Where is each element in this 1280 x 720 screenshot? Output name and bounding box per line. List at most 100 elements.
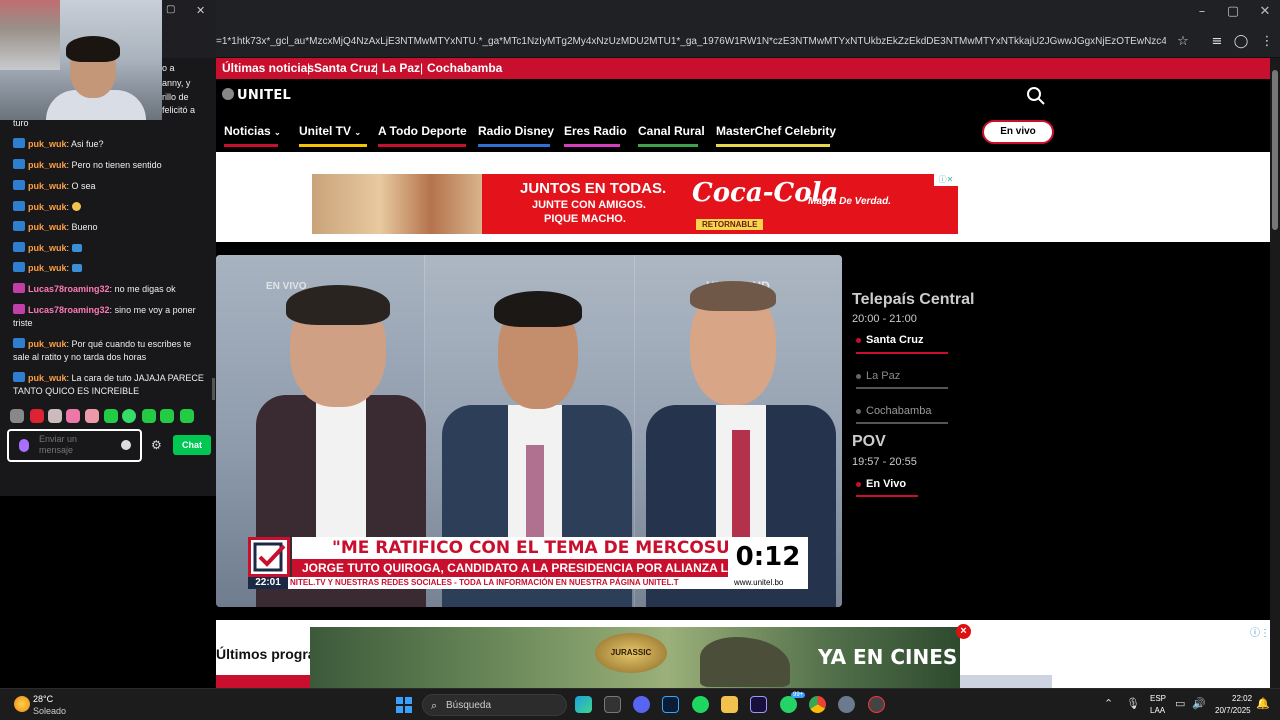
- mic-badge-icon[interactable]: [13, 283, 25, 293]
- top-link-cochabamba[interactable]: Cochabamba: [427, 61, 502, 75]
- whatsapp-icon[interactable]: [780, 696, 797, 713]
- ok-emote-icon[interactable]: [71, 244, 82, 252]
- program-thumbnail[interactable]: [960, 675, 1052, 688]
- emote-icon[interactable]: [122, 409, 136, 423]
- chat-username[interactable]: puk_wuk: [28, 222, 67, 232]
- chat-username[interactable]: puk_wuk: [28, 263, 67, 273]
- chat-username[interactable]: puk_wuk: [28, 339, 67, 349]
- clock-date[interactable]: 20/7/2025: [1215, 706, 1251, 715]
- chat-scrollbar[interactable]: [212, 378, 215, 400]
- jurassic-world-ad[interactable]: JURASSIC WORLD YA EN CINES: [310, 627, 960, 688]
- cat-emote-icon[interactable]: [48, 409, 62, 423]
- chat-input-box[interactable]: [7, 429, 142, 462]
- prime-badge-icon[interactable]: [13, 338, 25, 348]
- settings-icon[interactable]: [838, 696, 855, 713]
- prime-badge-icon[interactable]: [13, 262, 25, 272]
- gear-icon[interactable]: ⚙: [151, 438, 162, 452]
- taskbar-search[interactable]: ⌕ Búsqueda: [422, 694, 567, 716]
- maximize-icon[interactable]: ▢: [1218, 4, 1248, 19]
- nav-unitel-tv[interactable]: Unitel TV ⌄: [299, 124, 361, 144]
- en-vivo-button[interactable]: En vivo: [982, 120, 1054, 144]
- nav-noticias[interactable]: Noticias ⌄: [224, 124, 281, 144]
- smile-emote-icon[interactable]: [71, 202, 81, 211]
- prime-badge-icon[interactable]: [13, 180, 25, 190]
- windows-start-icon[interactable]: [396, 697, 412, 713]
- close-window-icon[interactable]: ✕: [1250, 4, 1280, 19]
- city-cochabamba[interactable]: Cochabamba: [856, 405, 931, 417]
- edge-icon[interactable]: [575, 696, 592, 713]
- chat-username[interactable]: puk_wuk: [28, 202, 67, 212]
- close-ad-icon[interactable]: ×: [956, 624, 971, 639]
- close-icon[interactable]: ✕: [196, 4, 205, 17]
- discord-icon[interactable]: [633, 696, 650, 713]
- app-icon[interactable]: [868, 696, 885, 713]
- network-icon[interactable]: ▭: [1175, 697, 1185, 710]
- address-bar[interactable]: =1*1htk73x*_gcl_au*MzcxMjQ4NzAxLjE3NTMwM…: [160, 26, 1280, 58]
- coca-cola-ad[interactable]: JUNTOS EN TODAS. JUNTE CON AMIGOS. PIQUE…: [312, 174, 958, 234]
- scrollbar-thumb[interactable]: [1272, 70, 1278, 230]
- city-la-paz[interactable]: La Paz: [856, 370, 900, 382]
- mic-badge-icon[interactable]: [13, 304, 25, 314]
- input-language[interactable]: ESP: [1150, 694, 1166, 703]
- nav-radio-disney[interactable]: Radio Disney: [478, 124, 554, 144]
- maximize-icon[interactable]: ▢: [166, 4, 175, 15]
- prime-badge-icon[interactable]: [13, 221, 25, 231]
- search-icon[interactable]: [1026, 86, 1046, 106]
- profile-icon[interactable]: ◯: [1232, 34, 1250, 49]
- pov-en-vivo[interactable]: En Vivo: [856, 478, 906, 490]
- emote-icon[interactable]: [66, 409, 80, 423]
- chat-username[interactable]: puk_wuk: [28, 243, 67, 253]
- chevron-up-icon[interactable]: ⌃: [1104, 697, 1113, 710]
- app-icon[interactable]: [604, 696, 621, 713]
- minimize-icon[interactable]: –: [1187, 4, 1217, 19]
- city-santa-cruz[interactable]: Santa Cruz: [856, 334, 923, 346]
- emote-icon[interactable]: [142, 409, 156, 423]
- emoji-icon[interactable]: [121, 440, 131, 450]
- chat-username[interactable]: puk_wuk: [28, 373, 67, 383]
- chat-send-button[interactable]: Chat: [173, 435, 211, 455]
- chat-username[interactable]: puk_wuk: [28, 160, 67, 170]
- weather-description[interactable]: Soleado: [33, 706, 66, 716]
- volume-icon[interactable]: 🔊: [1192, 697, 1206, 710]
- cat-emote-icon[interactable]: [10, 409, 24, 423]
- emote-icon[interactable]: [104, 409, 118, 423]
- emote-icon[interactable]: [180, 409, 194, 423]
- sun-icon[interactable]: [14, 696, 30, 712]
- ok-emote-icon[interactable]: [71, 264, 82, 272]
- bookmark-star-icon[interactable]: ☆: [1174, 34, 1192, 49]
- prime-badge-icon[interactable]: [13, 372, 25, 382]
- chat-message-input[interactable]: [39, 434, 109, 458]
- program-thumbnail[interactable]: [216, 675, 316, 688]
- top-link-santa-cruz[interactable]: Santa Cruz: [314, 61, 377, 75]
- photoshop-icon[interactable]: [662, 696, 679, 713]
- premiere-icon[interactable]: [750, 696, 767, 713]
- program-title-pov[interactable]: POV: [852, 433, 886, 451]
- url-text[interactable]: =1*1htk73x*_gcl_au*MzcxMjQ4NzAxLjE3NTMwM…: [216, 36, 1166, 47]
- chrome-icon[interactable]: [809, 696, 826, 713]
- heart-emote-icon[interactable]: [30, 409, 44, 423]
- chat-username[interactable]: Lucas78roaming32: [28, 284, 110, 294]
- chat-username[interactable]: puk_wuk: [28, 181, 67, 191]
- prime-badge-icon[interactable]: [13, 201, 25, 211]
- unitel-logo[interactable]: UNITEL: [222, 88, 291, 103]
- page-scrollbar[interactable]: [1270, 58, 1280, 688]
- notification-bell-icon[interactable]: 🔔: [1256, 697, 1270, 710]
- ad-choices-icon[interactable]: ⓘ✕: [934, 174, 958, 186]
- spotify-icon[interactable]: [692, 696, 709, 713]
- file-explorer-icon[interactable]: [721, 696, 738, 713]
- nav-eres-radio[interactable]: Eres Radio: [564, 124, 627, 144]
- nav-a-todo-deporte[interactable]: A Todo Deporte: [378, 124, 467, 144]
- microphone-icon[interactable]: [19, 439, 29, 452]
- nav-canal-rural[interactable]: Canal Rural: [638, 124, 705, 144]
- menu-kebab-icon[interactable]: ⋮: [1258, 34, 1276, 49]
- chat-username[interactable]: puk_wuk: [28, 139, 67, 149]
- clock-time[interactable]: 22:02: [1232, 694, 1252, 703]
- ad-info-icon[interactable]: ⓘ⋮: [1250, 624, 1270, 639]
- program-title-telepais[interactable]: Telepaís Central: [852, 291, 974, 309]
- prime-badge-icon[interactable]: [13, 159, 25, 169]
- prime-badge-icon[interactable]: [13, 138, 25, 148]
- microphone-icon[interactable]: 🎙: [1126, 697, 1140, 710]
- top-link-la-paz[interactable]: La Paz: [382, 61, 420, 75]
- media-control-icon[interactable]: ≡: [1208, 34, 1226, 49]
- live-video-player[interactable]: EN VIVO UNITEL HD: [216, 255, 842, 607]
